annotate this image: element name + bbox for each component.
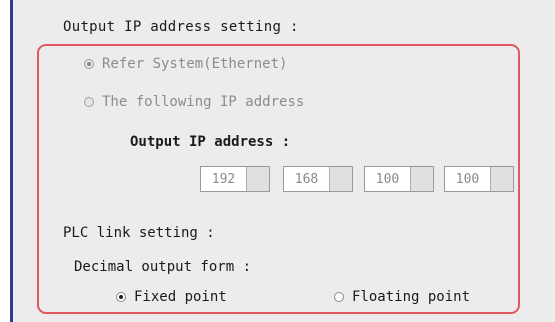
radio-selected-icon [116, 292, 126, 302]
ip-octet-4-value: 100 [445, 167, 491, 191]
ip-setting-title: Output IP address setting : [63, 19, 299, 35]
radio-unselected-icon [334, 292, 344, 302]
radio-refer-system[interactable]: Refer System(Ethernet) [84, 56, 287, 72]
radio-floating-point-label: Floating point [352, 289, 471, 305]
radio-floating-point[interactable]: Floating point [334, 289, 470, 305]
ip-octet-1-value: 192 [201, 167, 247, 191]
ip-octet-3-value: 100 [365, 167, 411, 191]
ip-octet-3-field[interactable]: 100 [364, 166, 434, 192]
radio-refer-system-label: Refer System(Ethernet) [102, 56, 288, 72]
output-ip-label: Output IP address : [130, 134, 291, 150]
ip-octet-4-spin-button[interactable] [491, 167, 513, 191]
ip-octet-3-spin-button[interactable] [411, 167, 433, 191]
ip-octet-2-value: 168 [284, 167, 330, 191]
ip-octet-2-field[interactable]: 168 [283, 166, 353, 192]
radio-following-ip[interactable]: The following IP address [84, 94, 304, 110]
ip-octet-1-spin-button[interactable] [247, 167, 269, 191]
radio-unselected-icon [84, 97, 94, 107]
radio-following-ip-label: The following IP address [102, 94, 305, 110]
radio-selected-icon [84, 59, 94, 69]
radio-fixed-point-label: Fixed point [134, 289, 227, 305]
radio-fixed-point[interactable]: Fixed point [116, 289, 227, 305]
plc-link-title: PLC link setting : [63, 225, 215, 241]
ip-octet-4-field[interactable]: 100 [444, 166, 514, 192]
ip-octet-1-field[interactable]: 192 [200, 166, 270, 192]
ip-octet-2-spin-button[interactable] [330, 167, 352, 191]
decimal-output-label: Decimal output form : [74, 259, 252, 275]
